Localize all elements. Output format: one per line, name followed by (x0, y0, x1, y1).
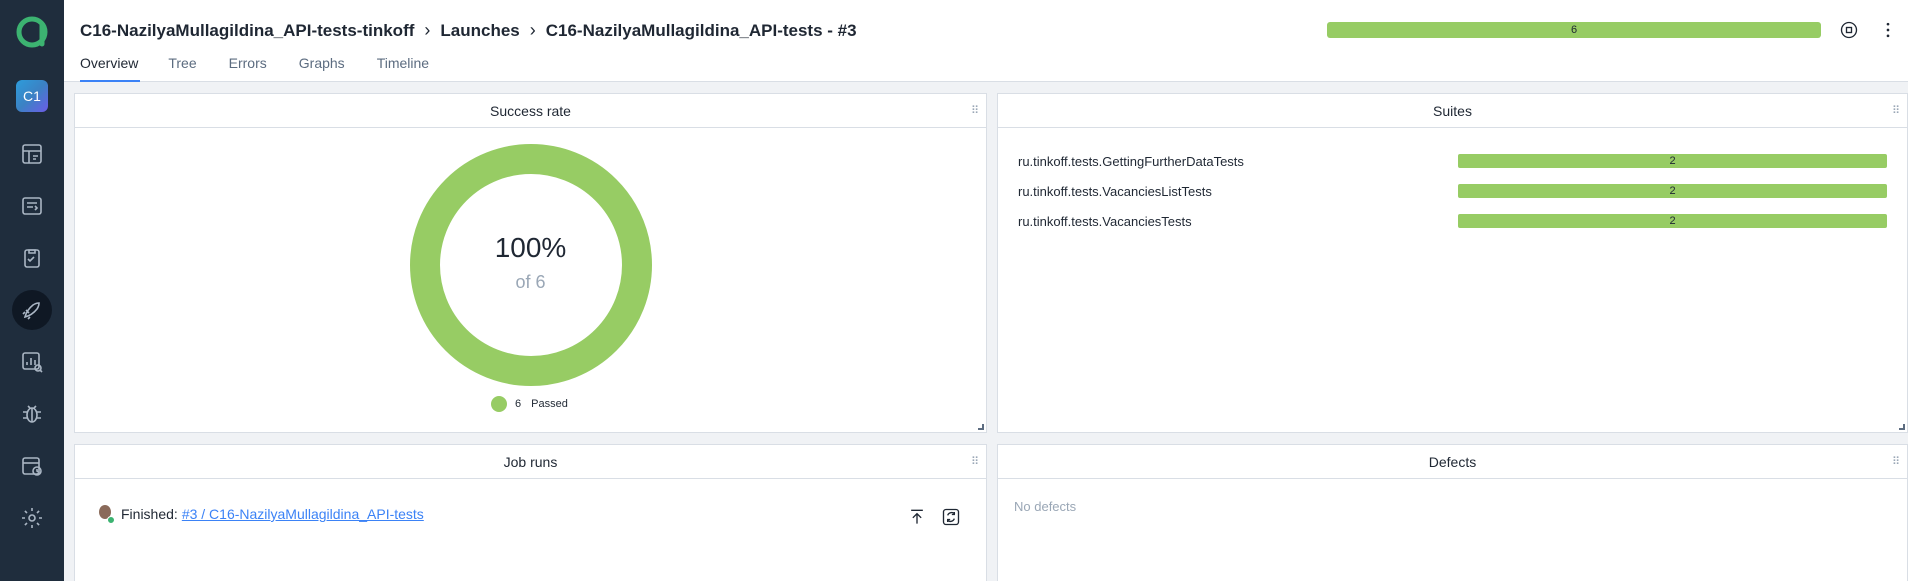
test-cases-icon[interactable] (12, 186, 52, 226)
tab-bar: Overview Tree Errors Graphs Timeline (80, 55, 461, 82)
passed-legend-dot (491, 396, 507, 412)
tab-timeline[interactable]: Timeline (377, 55, 429, 82)
drag-handle-icon[interactable]: ⠿ (1892, 94, 1900, 128)
stop-icon[interactable] (1837, 18, 1861, 42)
success-legend: 6 Passed (491, 396, 568, 412)
breadcrumb-launches[interactable]: Launches (440, 21, 519, 41)
job-run-link[interactable]: #3 / C16-NazilyaMullagildina_API-tests (182, 506, 424, 522)
suite-name: ru.tinkoff.tests.VacanciesListTests (1018, 183, 1212, 199)
chevron-right-icon: › (529, 20, 536, 40)
success-rate-widget: Success rate ⠿ 100% of 6 6 Passed (74, 93, 987, 433)
job-status: Finished: (121, 506, 178, 522)
widget-title: Job runs (503, 454, 558, 470)
suite-bar: 2 (1458, 214, 1887, 228)
breadcrumb-project[interactable]: C16-NazilyaMullagildina_API-tests-tinkof… (80, 21, 414, 41)
tab-tree[interactable]: Tree (168, 55, 196, 82)
drag-handle-icon[interactable]: ⠿ (971, 94, 979, 128)
resize-handle-icon[interactable] (1899, 424, 1905, 430)
defects-icon[interactable] (12, 394, 52, 434)
job-runs-widget: Job runs ⠿ Finished: #3 / C16-NazilyaMul… (74, 444, 987, 581)
legend-label: Passed (531, 398, 568, 410)
suite-name: ru.tinkoff.tests.GettingFurtherDataTests (1018, 153, 1244, 169)
tab-overview[interactable]: Overview (80, 55, 141, 82)
no-defects-text: No defects (1014, 499, 1077, 514)
more-menu-icon[interactable] (1876, 18, 1900, 42)
defects-widget: Defects ⠿ No defects (997, 444, 1908, 581)
refresh-icon[interactable] (939, 505, 963, 529)
tab-errors[interactable]: Errors (229, 55, 267, 82)
test-plans-icon[interactable] (12, 238, 52, 278)
suite-row[interactable]: ru.tinkoff.tests.VacanciesListTests 2 (1018, 181, 1887, 201)
drag-handle-icon[interactable]: ⠿ (1892, 445, 1900, 479)
suite-name: ru.tinkoff.tests.VacanciesTests (1018, 213, 1192, 229)
suites-widget: Suites ⠿ ru.tinkoff.tests.GettingFurther… (997, 93, 1908, 433)
success-percent: 100% (494, 232, 567, 263)
widget-title: Success rate (490, 103, 571, 119)
widget-title: Suites (1433, 103, 1472, 119)
suite-row[interactable]: ru.tinkoff.tests.VacanciesTests 2 (1018, 211, 1887, 231)
donut-passed-ring (410, 144, 652, 386)
tab-graphs[interactable]: Graphs (299, 55, 345, 82)
legend-count: 6 (515, 398, 522, 410)
upload-icon[interactable] (905, 505, 929, 529)
suite-row[interactable]: ru.tinkoff.tests.GettingFurtherDataTests… (1018, 151, 1887, 171)
launch-progress-bar: 6 (1327, 22, 1821, 38)
breadcrumb-launch: C16-NazilyaMullagildina_API-tests - #3 (545, 20, 857, 40)
widget-title: Defects (1428, 454, 1477, 470)
success-rate-donut (410, 144, 652, 386)
analytics-icon[interactable] (12, 342, 52, 382)
resize-handle-icon[interactable] (978, 424, 984, 430)
settings-icon[interactable] (12, 498, 52, 538)
job-run-row: Finished: #3 / C16-NazilyaMullagildina_A… (97, 505, 424, 524)
top-bar: C16-NazilyaMullagildina_API-tests-tinkof… (64, 0, 1908, 82)
breadcrumb: C16-NazilyaMullagildina_API-tests-tinkof… (80, 20, 857, 41)
suite-bar: 2 (1458, 154, 1887, 168)
drag-handle-icon[interactable]: ⠿ (971, 445, 979, 479)
launches-icon[interactable] (12, 290, 52, 330)
project-avatar[interactable]: C1 (16, 80, 48, 112)
avatar (97, 505, 115, 524)
suite-bar: 2 (1458, 184, 1887, 198)
sidebar: C1 (0, 0, 64, 581)
chevron-right-icon: › (424, 20, 431, 40)
success-total: of 6 (515, 272, 546, 292)
allure-logo-icon[interactable] (14, 14, 50, 50)
dashboard-icon[interactable] (12, 134, 52, 174)
jobs-icon[interactable] (12, 446, 52, 486)
